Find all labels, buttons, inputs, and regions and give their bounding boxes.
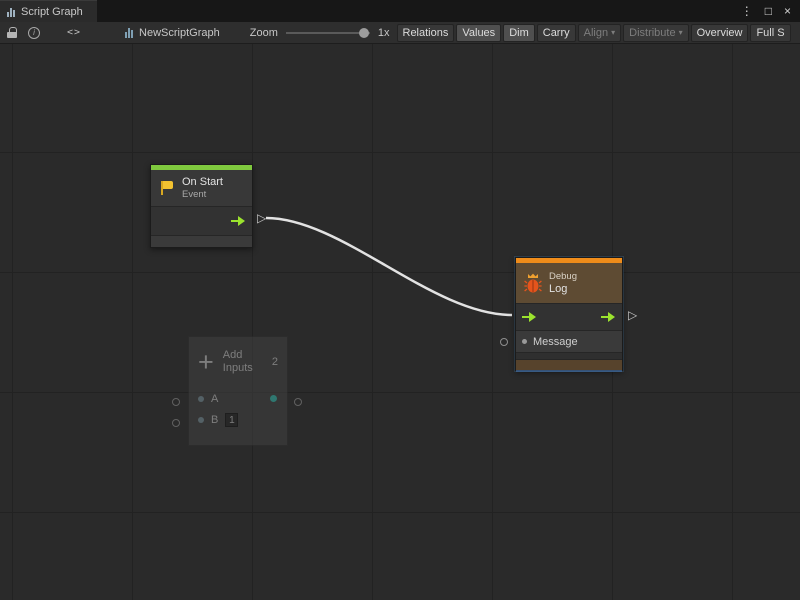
input-row-b[interactable]: B 1 [189,409,287,431]
dim-button[interactable]: Dim [503,24,535,42]
overview-button[interactable]: Overview [691,24,749,42]
flow-input-arrow-icon [522,312,537,322]
distribute-button-label: Distribute [629,27,675,39]
value-dot-icon [198,396,204,402]
plus-icon: + [198,352,214,372]
lock-icon[interactable] [7,27,17,38]
tab-title: Script Graph [21,6,83,18]
value-dot-icon [522,339,527,344]
menu-icon[interactable]: ⋮ [741,5,753,17]
input-a-label: A [211,393,218,405]
debug-log-flow-row [516,303,622,330]
input-row-a[interactable]: A [189,389,287,409]
input-b-label: B [211,414,218,426]
on-start-node[interactable]: On Start Event [150,164,253,248]
graph-canvas[interactable]: On Start Event ▷ Debug Log [0,44,800,600]
node-title: On Start [182,176,223,189]
debug-log-spacer [516,352,622,359]
node-subtitle: Event [182,189,223,201]
on-start-flow-row [151,206,252,235]
close-icon[interactable]: × [784,5,791,17]
debug-log-header: Debug Log [516,263,622,303]
debug-log-output-port[interactable]: ▷ [628,309,637,321]
add-inputs-action: Add [223,349,253,362]
add-inputs-count: 2 [272,356,278,368]
on-start-header: On Start Event [151,170,252,206]
input-a-port[interactable] [172,398,180,406]
message-port-label: Message [533,336,578,348]
flow-output-arrow-icon [231,216,246,226]
maximize-icon[interactable]: □ [765,5,772,17]
zoom-value: 1x [378,27,390,39]
dropdown-caret-icon: ▾ [611,29,615,37]
add-inputs-output-port[interactable] [294,398,302,406]
graph-name[interactable]: NewScriptGraph [139,27,220,39]
node-category: Debug [549,271,577,283]
tab-script-graph[interactable]: Script Graph [0,0,97,22]
titlebar: Script Graph ⋮ □ × [0,0,800,22]
graph-icon [7,7,15,17]
relations-button[interactable]: Relations [397,24,455,42]
zoom-label: Zoom [250,27,278,39]
fullscreen-button[interactable]: Full S [750,24,790,42]
dropdown-caret-icon: ▾ [679,29,683,37]
window-controls: ⋮ □ × [741,0,800,22]
debug-log-node[interactable]: Debug Log Message [515,257,623,371]
align-button[interactable]: Align ▾ [578,24,621,42]
carry-button[interactable]: Carry [537,24,576,42]
flag-icon [159,180,175,196]
align-button-label: Align [584,27,608,39]
graph-name-group: NewScriptGraph [125,27,220,39]
value-dot-icon [198,417,204,423]
node-title: Log [549,283,577,296]
add-inputs-node[interactable]: + Add Inputs 2 A B 1 [188,336,288,446]
info-icon[interactable]: i [28,27,40,39]
wires-layer [0,44,800,600]
toolbar-buttons: Relations Values Dim Carry Align ▾ Distr… [397,24,791,42]
bug-icon [524,273,542,294]
input-b-port[interactable] [172,419,180,427]
add-inputs-header: + Add Inputs 2 [189,337,287,389]
wire-on-start-to-log [266,218,512,315]
distribute-button[interactable]: Distribute ▾ [623,24,688,42]
flow-output-arrow-icon [601,312,616,322]
message-value-port[interactable] [500,338,508,346]
code-icon[interactable]: <> [67,27,81,38]
debug-log-footer [516,359,622,370]
message-input-row[interactable]: Message [516,330,622,352]
zoom-slider-handle[interactable] [359,28,369,38]
script-graph-icon [125,28,133,38]
input-b-value-field[interactable]: 1 [225,413,238,427]
zoom-slider[interactable] [286,32,370,34]
connected-value-dot-icon [270,395,277,402]
zoom-control: Zoom 1x [250,27,390,39]
on-start-footer [151,235,252,247]
on-start-output-port[interactable]: ▷ [257,212,266,224]
values-button[interactable]: Values [456,24,501,42]
graph-toolbar: i <> NewScriptGraph Zoom 1x Relations Va… [0,22,800,44]
add-inputs-target: Inputs [223,362,253,375]
